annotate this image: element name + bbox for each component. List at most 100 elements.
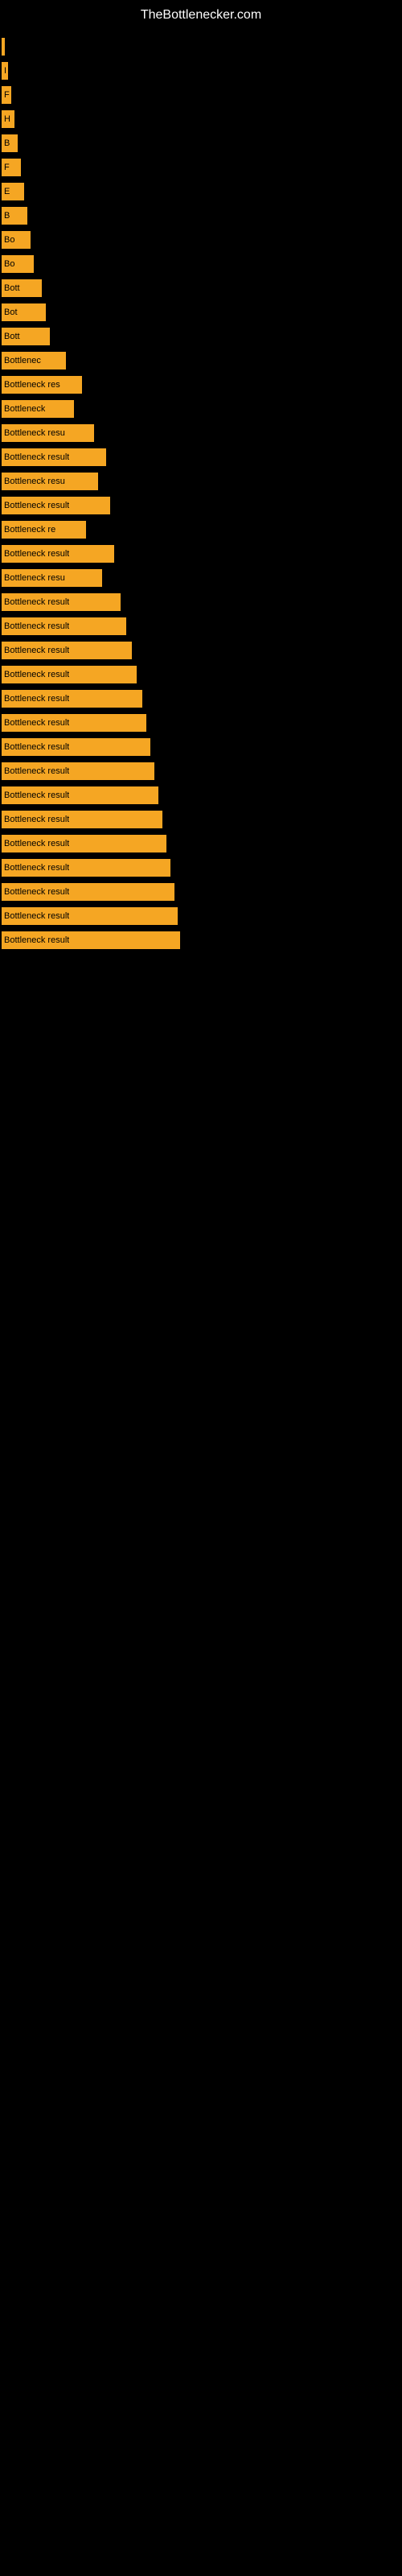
bar-label: Bottleneck result bbox=[2, 766, 69, 776]
bar-label: Bottleneck result bbox=[2, 694, 69, 704]
bar-row: Bottleneck result bbox=[0, 783, 402, 807]
bar-row: Bottleneck result bbox=[0, 590, 402, 614]
bar-label: Bottleneck re bbox=[2, 525, 55, 535]
bar-label: Bottleneck result bbox=[2, 911, 69, 921]
bars-container: I F H B F E B Bo Bo Bott Bot Bott Bottlenec Bottlenec… bbox=[0, 35, 402, 952]
bar-label: Bottleneck result bbox=[2, 887, 69, 897]
bar-label: Bottleneck resu bbox=[2, 477, 65, 486]
bar-row: Bottleneck result bbox=[0, 711, 402, 735]
bar-row: Bottleneck re bbox=[0, 518, 402, 542]
bar-label: Bottleneck result bbox=[2, 718, 69, 728]
bar-label: F bbox=[2, 163, 10, 172]
bar: Bottleneck res bbox=[2, 376, 82, 394]
bar-label: Bottleneck result bbox=[2, 815, 69, 824]
bar-label: Bott bbox=[2, 283, 20, 293]
bar-label: Bottleneck result bbox=[2, 839, 69, 848]
bar-row: Bottleneck result bbox=[0, 904, 402, 928]
bar-label: Bottleneck bbox=[2, 404, 45, 414]
bar-row: F bbox=[0, 83, 402, 107]
bar: Bottleneck result bbox=[2, 666, 137, 683]
bar: Bottleneck result bbox=[2, 690, 142, 708]
bar-row: Bo bbox=[0, 252, 402, 276]
bar: Bottleneck result bbox=[2, 931, 180, 949]
bar: Bott bbox=[2, 328, 50, 345]
bar-row: Bott bbox=[0, 276, 402, 300]
bar-label: Bottleneck result bbox=[2, 863, 69, 873]
bar: H bbox=[2, 110, 14, 128]
bar: Bott bbox=[2, 279, 42, 297]
bar: Bo bbox=[2, 231, 31, 249]
bar: Bottleneck result bbox=[2, 617, 126, 635]
bar-label: Bott bbox=[2, 332, 20, 341]
bar-row: Bottleneck result bbox=[0, 832, 402, 856]
bar-row: Bottleneck result bbox=[0, 807, 402, 832]
bar-row bbox=[0, 35, 402, 59]
bar-row: Bottleneck resu bbox=[0, 566, 402, 590]
bar-row: Bottleneck result bbox=[0, 614, 402, 638]
bar-row: B bbox=[0, 131, 402, 155]
bar: Bottleneck result bbox=[2, 883, 174, 901]
bar-label: B bbox=[2, 138, 10, 148]
bar-label: Bottleneck result bbox=[2, 670, 69, 679]
bar-row: H bbox=[0, 107, 402, 131]
bar-row: Bottleneck result bbox=[0, 928, 402, 952]
bar-label: Bottleneck resu bbox=[2, 428, 65, 438]
bar: F bbox=[2, 159, 21, 176]
bar-row: Bottleneck result bbox=[0, 542, 402, 566]
bar: Bottleneck result bbox=[2, 448, 106, 466]
bar-label: Bottlenec bbox=[2, 356, 41, 365]
bar-row: Bottleneck result bbox=[0, 759, 402, 783]
bar: Bottleneck result bbox=[2, 714, 146, 732]
bar-row: Bottleneck resu bbox=[0, 469, 402, 493]
bar: B bbox=[2, 207, 27, 225]
bar: Bottleneck result bbox=[2, 835, 166, 852]
bar-label: Bottleneck result bbox=[2, 646, 69, 655]
bar: Bottleneck result bbox=[2, 738, 150, 756]
bar-label: F bbox=[2, 90, 10, 100]
bar-row: Bottleneck bbox=[0, 397, 402, 421]
bar: Bottlenec bbox=[2, 352, 66, 369]
bar-label: Bottleneck result bbox=[2, 935, 69, 945]
bar-row: Bottleneck result bbox=[0, 856, 402, 880]
bar-row: Bottleneck res bbox=[0, 373, 402, 397]
bar: F bbox=[2, 86, 11, 104]
bar-label: Bo bbox=[2, 259, 14, 269]
bar: E bbox=[2, 183, 24, 200]
bar-row: F bbox=[0, 155, 402, 180]
bar-row: Bottleneck result bbox=[0, 493, 402, 518]
bar-label: Bottleneck result bbox=[2, 742, 69, 752]
bar-row: Bottleneck result bbox=[0, 687, 402, 711]
bar-label: Bottleneck result bbox=[2, 549, 69, 559]
bar-row: Bottleneck result bbox=[0, 735, 402, 759]
bar-label: H bbox=[2, 114, 10, 124]
bar: B bbox=[2, 134, 18, 152]
bar: Bottleneck result bbox=[2, 811, 162, 828]
bar-label: B bbox=[2, 211, 10, 221]
bar-row: Bottleneck result bbox=[0, 638, 402, 663]
bar-label: Bottleneck result bbox=[2, 501, 69, 510]
bar: Bottleneck result bbox=[2, 859, 170, 877]
bar: Bottleneck resu bbox=[2, 424, 94, 442]
bar: Bottleneck result bbox=[2, 545, 114, 563]
bar: Bo bbox=[2, 255, 34, 273]
bar-label: Bottleneck res bbox=[2, 380, 60, 390]
bar-label: Bottleneck result bbox=[2, 791, 69, 800]
bar: Bottleneck result bbox=[2, 642, 132, 659]
bar: Bot bbox=[2, 303, 46, 321]
bar-row: Bo bbox=[0, 228, 402, 252]
bar-row: I bbox=[0, 59, 402, 83]
bar: Bottleneck result bbox=[2, 497, 110, 514]
bar-label: Bottleneck resu bbox=[2, 573, 65, 583]
bar-label: Bot bbox=[2, 308, 18, 317]
bar: Bottleneck result bbox=[2, 907, 178, 925]
site-title: TheBottlenecker.com bbox=[0, 0, 402, 35]
bar-row: Bottleneck result bbox=[0, 663, 402, 687]
bar: Bottleneck bbox=[2, 400, 74, 418]
bar: Bottleneck result bbox=[2, 786, 158, 804]
bar-row: Bottleneck resu bbox=[0, 421, 402, 445]
bar: Bottleneck resu bbox=[2, 473, 98, 490]
bar-label: I bbox=[2, 66, 6, 76]
bar-row: B bbox=[0, 204, 402, 228]
bar-label: Bo bbox=[2, 235, 14, 245]
bar-label: Bottleneck result bbox=[2, 452, 69, 462]
